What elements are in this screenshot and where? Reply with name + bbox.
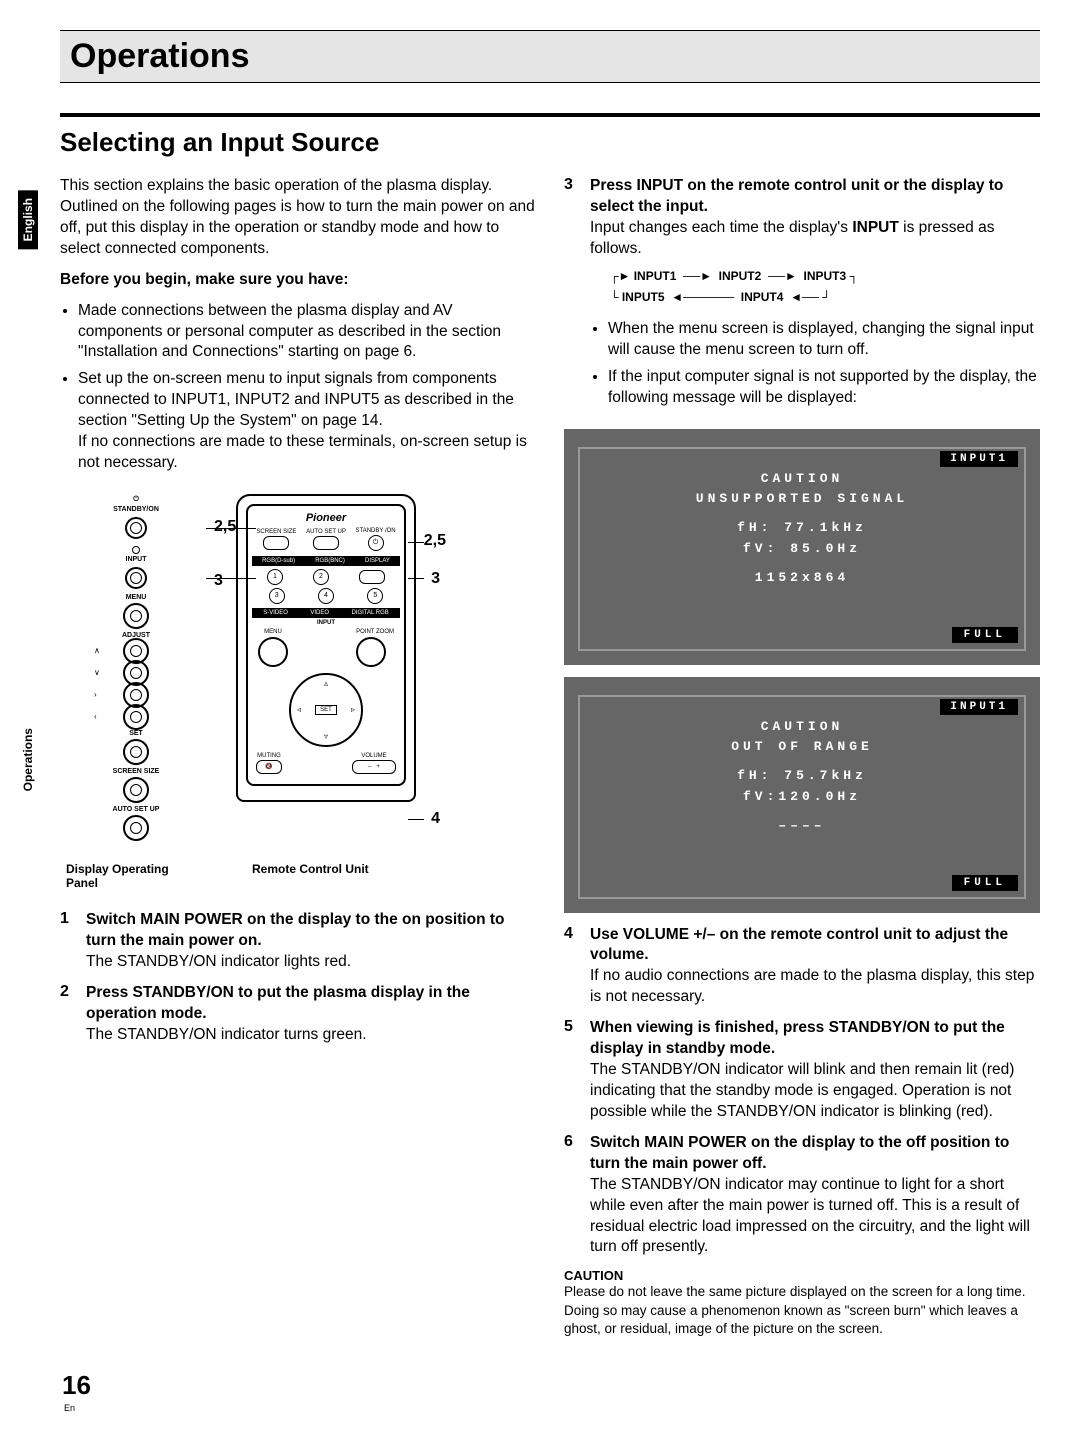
standby-icon: ⏻ [66, 496, 206, 504]
step-5: 5 When viewing is finished, press STANDB… [564, 1018, 1040, 1123]
page-language: En [64, 1403, 75, 1413]
figure-area: ⏻ STANDBY/ON 2,5 INPUT 3 MENU ADJUST [66, 494, 536, 842]
screen-size-button [263, 536, 289, 550]
led-indicator [132, 546, 140, 554]
language-tab: English [18, 190, 38, 249]
left-column: This section explains the basic operatio… [60, 176, 536, 1338]
standby-button [125, 517, 147, 539]
point-zoom-button [356, 637, 386, 667]
caution-body: Please do not leave the same picture dis… [564, 1283, 1040, 1338]
section-title: Selecting an Input Source [60, 127, 379, 157]
osd-out-of-range: INPUT1 CAUTION OUT OF RANGE fH: 75.7kHz … [564, 677, 1040, 913]
volume-button: – + [352, 760, 396, 774]
caution-heading: CAUTION [564, 1268, 1040, 1283]
step-3: 3 Press INPUT on the remote control unit… [564, 176, 1040, 419]
step-1: 1 Switch MAIN POWER on the display to th… [60, 910, 536, 973]
before-bullet: Set up the on-screen menu to input signa… [78, 369, 536, 474]
section-tab: Operations [18, 720, 38, 799]
menu-button [258, 637, 288, 667]
remote-input-bar-2: S-VIDEO VIDEO DIGITAL RGB [252, 608, 400, 618]
set-button: SET [315, 705, 337, 715]
before-bullet: Made connections between the plasma disp… [78, 301, 536, 364]
num-1-button: 1 [267, 569, 283, 585]
chapter-band: Operations [60, 30, 1040, 83]
num-5-button: 5 [367, 588, 383, 604]
osd-unsupported: INPUT1 CAUTION UNSUPPORTED SIGNAL fH: 77… [564, 429, 1040, 665]
remote-brand: Pioneer [252, 512, 400, 524]
display-button [359, 570, 385, 584]
num-4-button: 4 [318, 588, 334, 604]
dpad: ▵ ▿ ◃ ▹ SET [289, 673, 363, 747]
page-number: 16 [62, 1370, 91, 1401]
remote-input-bar: RGB(D-sub) RGB(BNC) DISPLAY [252, 556, 400, 566]
page: English Operations Operations Selecting … [0, 0, 1080, 1441]
step-4: 4 Use VOLUME +/– on the remote control u… [564, 925, 1040, 1009]
set-knob [123, 739, 149, 765]
num-2-button: 2 [313, 569, 329, 585]
figure-captions: Display Operating Panel Remote Control U… [66, 856, 536, 890]
auto-setup-button [313, 536, 339, 550]
muting-button: 🔇 [256, 760, 282, 774]
remote-figure: 2,5 3 4 Pioneer SCREEN SIZE AUTO SET UP … [236, 494, 416, 842]
standby-on-button: ⏻ [368, 535, 384, 551]
input-flow-diagram: ┌► INPUT1 ──► INPUT2 ──► INPUT3 ┐ └ INPU… [590, 266, 1040, 309]
menu-knob [123, 603, 149, 629]
step-2: 2 Press STANDBY/ON to put the plasma dis… [60, 983, 536, 1046]
intro-text: This section explains the basic operatio… [60, 176, 536, 260]
num-3-button: 3 [269, 588, 285, 604]
adjust-left [123, 704, 149, 730]
input-button [125, 567, 147, 589]
chapter-title: Operations [70, 37, 249, 75]
section-rule [60, 113, 1040, 117]
before-list: Made connections between the plasma disp… [60, 301, 536, 474]
screensize-knob [123, 777, 149, 803]
step-6: 6 Switch MAIN POWER on the display to th… [564, 1133, 1040, 1259]
before-heading: Before you begin, make sure you have: [60, 270, 536, 291]
right-column: 3 Press INPUT on the remote control unit… [564, 176, 1040, 1338]
autosetup-knob [123, 815, 149, 841]
display-panel-figure: ⏻ STANDBY/ON 2,5 INPUT 3 MENU ADJUST [66, 494, 206, 842]
